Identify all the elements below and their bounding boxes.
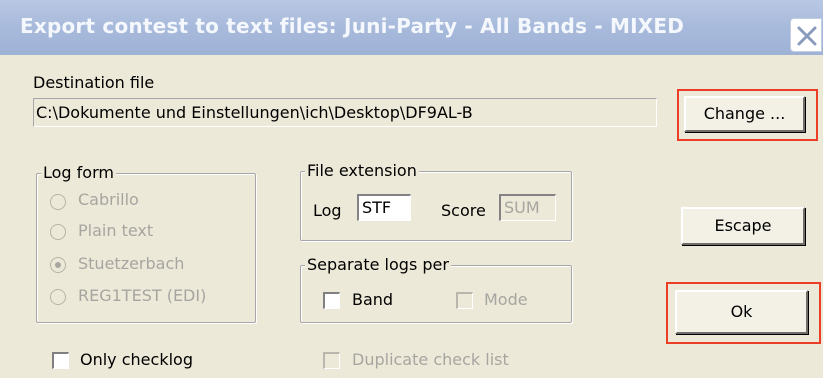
radio-label-plain-text: Plain text <box>78 221 154 240</box>
destination-file-field: C:\Dokumente und Einstellungen\ich\Deskt… <box>33 98 657 127</box>
radio-cabrillo[interactable] <box>50 194 66 210</box>
log-extension-label: Log <box>313 201 342 220</box>
radio-plain-text[interactable] <box>50 224 66 240</box>
band-checkbox[interactable] <box>323 292 340 309</box>
radio-label-stuetzerbach: Stuetzerbach <box>78 254 185 273</box>
log-form-legend: Log form <box>41 163 116 182</box>
score-extension-input: SUM <box>499 194 556 221</box>
radio-reg1test[interactable] <box>50 289 66 305</box>
file-extension-legend: File extension <box>305 161 419 180</box>
close-icon <box>797 26 817 46</box>
ok-button[interactable]: Ok <box>675 290 808 334</box>
only-checklog-label: Only checklog <box>80 350 193 369</box>
score-extension-label: Score <box>441 201 486 220</box>
log-extension-input[interactable]: STF <box>357 194 411 221</box>
separate-logs-legend: Separate logs per <box>305 255 451 274</box>
destination-label: Destination file <box>33 73 155 92</box>
separate-logs-group: Separate logs per <box>300 255 572 323</box>
radio-stuetzerbach[interactable] <box>50 257 66 273</box>
window-title: Export contest to text files: Juni-Party… <box>20 14 685 38</box>
close-button[interactable] <box>790 18 822 52</box>
escape-button-label: Escape <box>714 216 772 235</box>
change-button[interactable]: Change ... <box>684 96 805 132</box>
duplicate-check-list-checkbox <box>323 352 340 369</box>
radio-label-cabrillo: Cabrillo <box>78 190 139 209</box>
change-button-label: Change ... <box>703 104 786 123</box>
title-bar: Export contest to text files: Juni-Party… <box>0 0 823 55</box>
ok-button-label: Ok <box>730 302 753 321</box>
duplicate-check-list-label: Duplicate check list <box>352 350 509 369</box>
band-label: Band <box>352 290 394 309</box>
escape-button[interactable]: Escape <box>681 207 805 245</box>
mode-checkbox <box>456 292 473 309</box>
radio-label-reg1test: REG1TEST (EDI) <box>78 286 207 305</box>
mode-label: Mode <box>484 290 528 309</box>
only-checklog-checkbox[interactable] <box>52 352 69 369</box>
